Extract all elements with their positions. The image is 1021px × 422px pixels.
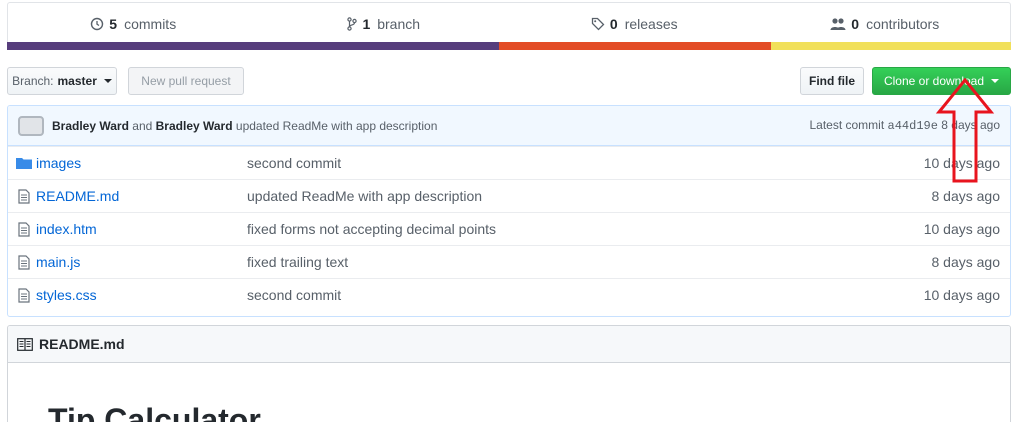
file-icon: [8, 287, 36, 303]
file-commit-message[interactable]: second commit: [247, 287, 900, 303]
table-row: images second commit 10 days ago: [8, 146, 1010, 179]
commit-sha[interactable]: a44d19e: [888, 119, 938, 133]
table-row: main.js fixed trailing text 8 days ago: [8, 245, 1010, 278]
new-pull-request-button[interactable]: New pull request: [128, 67, 244, 95]
file-commit-message[interactable]: fixed trailing text: [247, 254, 900, 270]
file-name-link[interactable]: styles.css: [36, 287, 247, 303]
file-name-link[interactable]: images: [36, 155, 247, 171]
readme-panel: README.md Tip Calculator: [7, 325, 1011, 422]
branches-label: branch: [377, 15, 421, 32]
find-file-button[interactable]: Find file: [800, 67, 864, 95]
language-bar-segment: [771, 42, 1011, 50]
file-icon: [8, 188, 36, 204]
releases-count: 0: [609, 15, 618, 32]
commits-count: 5: [109, 15, 118, 32]
file-navigation-table: Bradley Ward and Bradley Ward updated Re…: [7, 105, 1011, 317]
commit-author[interactable]: Bradley Ward: [52, 119, 129, 133]
branch-select-button[interactable]: Branch: master: [7, 67, 117, 95]
branch-icon: [347, 16, 358, 31]
people-icon: [830, 17, 846, 30]
file-commit-message[interactable]: second commit: [247, 155, 900, 171]
history-icon: [91, 17, 104, 30]
commit-and: and: [132, 118, 153, 133]
new-pull-request-label: New pull request: [141, 74, 231, 88]
file-name-link[interactable]: README.md: [36, 188, 247, 204]
annotation-arrow-icon: [935, 78, 995, 183]
branch-prefix: Branch:: [12, 74, 54, 88]
file-commit-message[interactable]: updated ReadMe with app description: [247, 188, 900, 204]
branch-name: master: [57, 74, 97, 88]
folder-icon: [8, 157, 36, 169]
contributors-count: 0: [851, 15, 860, 32]
caret-down-icon: [103, 79, 112, 83]
file-commit-message[interactable]: fixed forms not accepting decimal points: [247, 221, 900, 237]
commit-message[interactable]: updated ReadMe with app description: [236, 119, 437, 133]
language-bar-segment: [7, 42, 499, 50]
avatar[interactable]: [18, 115, 44, 136]
language-bar[interactable]: [7, 42, 1011, 50]
contributors-label: contributors: [866, 15, 940, 32]
commit-coauthor[interactable]: Bradley Ward: [156, 119, 233, 133]
file-name-link[interactable]: main.js: [36, 254, 247, 270]
file-age: 8 days ago: [931, 254, 1001, 270]
file-icon: [8, 221, 36, 237]
find-file-label: Find file: [809, 74, 855, 88]
tag-icon: [591, 17, 605, 30]
file-age: 8 days ago: [931, 188, 1001, 204]
table-row: styles.css second commit 10 days ago: [8, 278, 1010, 311]
branches-count: 1: [362, 15, 371, 32]
commits-label: commits: [124, 15, 177, 32]
file-name-link[interactable]: index.htm: [36, 221, 247, 237]
file-age: 10 days ago: [923, 221, 1000, 237]
readme-header-label: README.md: [39, 336, 125, 352]
table-row: README.md updated ReadMe with app descri…: [8, 179, 1010, 212]
commit-tease: Bradley Ward and Bradley Ward updated Re…: [8, 106, 1010, 146]
language-bar-segment: [499, 42, 771, 50]
book-icon: [17, 337, 33, 351]
releases-label: releases: [624, 15, 678, 32]
readme-header: README.md: [8, 326, 1010, 363]
file-icon: [8, 254, 36, 270]
latest-commit-label: Latest commit: [809, 118, 885, 132]
readme-title: Tip Calculator: [48, 402, 261, 422]
table-row: index.htm fixed forms not accepting deci…: [8, 212, 1010, 245]
file-age: 10 days ago: [923, 287, 1000, 303]
